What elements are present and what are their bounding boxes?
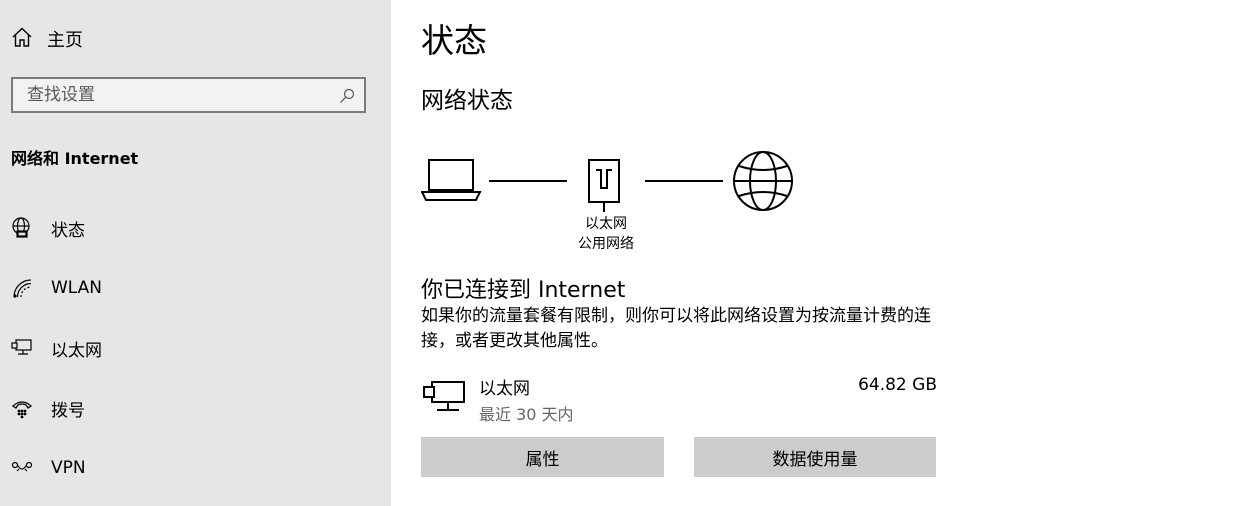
sidebar-item-label: 以太网 [51,340,102,361]
adapter-name: 以太网 [479,379,530,399]
wifi-icon [11,277,33,299]
laptop-icon [420,159,482,201]
sidebar-item-label: WLAN [51,278,103,298]
ethernet-port-icon [588,159,620,212]
home-icon [11,26,33,52]
network-profile: 公用网络 [578,236,634,252]
adapter-usage: 64.82 GB [858,375,937,395]
sidebar-item-label: VPN [51,458,86,478]
sidebar-item-vpn[interactable]: VPN [11,453,86,483]
adapter-period: 最近 30 天内 [479,405,574,424]
home-nav-item[interactable]: 主页 [11,26,83,52]
dialup-icon [11,397,33,419]
network-name: 以太网 [585,216,627,232]
page-title: 状态 [421,21,487,60]
sidebar-item-label: 拨号 [51,400,85,421]
network-diagram [420,148,801,222]
properties-button[interactable]: 属性 [421,437,664,477]
ethernet-adapter-icon [423,380,465,420]
section-title: 网络和 Internet [11,149,139,168]
search-icon[interactable] [339,88,355,108]
home-label: 主页 [47,30,83,51]
search-input[interactable] [13,79,337,111]
adapter-usage-row: 以太网 最近 30 天内 64.82 GB [421,373,937,425]
network-caption: 以太网 公用网络 [561,214,651,254]
globe-icon [733,151,793,211]
sidebar-item-status[interactable]: 状态 [11,213,85,243]
sidebar-item-wlan[interactable]: WLAN [11,273,102,303]
network-status-heading: 网络状态 [421,88,513,114]
search-box[interactable] [11,77,366,113]
connection-status-text: 你已连接到 Internet [421,278,626,303]
status-globe-icon [11,217,33,239]
sidebar-item-label: 状态 [51,220,85,241]
data-usage-button[interactable]: 数据使用量 [694,437,936,477]
sidebar: 主页 网络和 Internet 状态 [0,0,391,506]
sidebar-item-ethernet[interactable]: 以太网 [11,333,102,363]
vpn-icon [11,457,33,479]
sidebar-item-dialup[interactable]: 拨号 [11,393,85,423]
main-content: 状态 网络状态 以太网 公用网络 你已连接到 Internet 如果你的流量套餐… [391,0,1256,506]
metered-description: 如果你的流量套餐有限制，则你可以将此网络设置为按流量计费的连接，或者更改其他属性… [421,306,931,351]
ethernet-icon [11,337,33,359]
